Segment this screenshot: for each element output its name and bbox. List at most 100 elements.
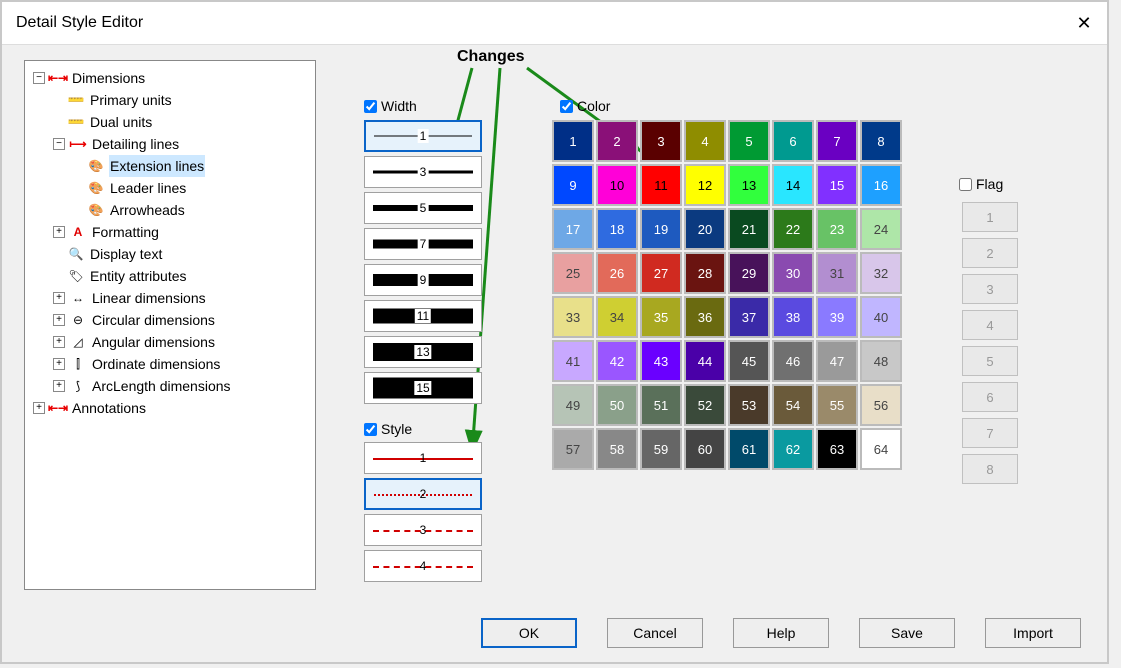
cancel-button[interactable]: Cancel [607, 618, 703, 648]
expand-icon[interactable]: + [53, 380, 65, 392]
color-swatch-5[interactable]: 5 [728, 120, 770, 162]
flag-option-2[interactable]: 2 [962, 238, 1018, 268]
flag-checkbox[interactable]: Flag [959, 176, 1003, 192]
color-checkbox[interactable]: Color [560, 98, 610, 114]
close-button[interactable]: ✕ [1061, 2, 1107, 44]
tree-entity-attributes[interactable]: 🏷 Entity attributes [25, 265, 315, 287]
width-option-9[interactable]: 9 [364, 264, 482, 296]
color-swatch-3[interactable]: 3 [640, 120, 682, 162]
color-swatch-35[interactable]: 35 [640, 296, 682, 338]
color-swatch-33[interactable]: 33 [552, 296, 594, 338]
flag-checkbox-input[interactable] [959, 178, 972, 191]
flag-option-6[interactable]: 6 [962, 382, 1018, 412]
color-swatch-43[interactable]: 43 [640, 340, 682, 382]
tree-angular-dimensions[interactable]: + ◿ Angular dimensions [25, 331, 315, 353]
expand-icon[interactable]: + [53, 226, 65, 238]
color-swatch-42[interactable]: 42 [596, 340, 638, 382]
color-swatch-53[interactable]: 53 [728, 384, 770, 426]
color-swatch-7[interactable]: 7 [816, 120, 858, 162]
color-swatch-8[interactable]: 8 [860, 120, 902, 162]
tree-display-text[interactable]: 🔍 Display text [25, 243, 315, 265]
tree-dimensions[interactable]: − ⇤⇥ Dimensions [25, 67, 315, 89]
color-swatch-41[interactable]: 41 [552, 340, 594, 382]
tree-ordinate-dimensions[interactable]: + ⫿ Ordinate dimensions [25, 353, 315, 375]
color-swatch-4[interactable]: 4 [684, 120, 726, 162]
color-swatch-22[interactable]: 22 [772, 208, 814, 250]
color-swatch-15[interactable]: 15 [816, 164, 858, 206]
color-swatch-30[interactable]: 30 [772, 252, 814, 294]
tree-extension-lines[interactable]: 🎨 Extension lines [25, 155, 315, 177]
width-checkbox-input[interactable] [364, 100, 377, 113]
color-swatch-25[interactable]: 25 [552, 252, 594, 294]
collapse-icon[interactable]: − [33, 72, 45, 84]
color-swatch-62[interactable]: 62 [772, 428, 814, 470]
tree-arrowheads[interactable]: 🎨 Arrowheads [25, 199, 315, 221]
expand-icon[interactable]: + [53, 292, 65, 304]
color-swatch-57[interactable]: 57 [552, 428, 594, 470]
flag-option-5[interactable]: 5 [962, 346, 1018, 376]
tree-annotations[interactable]: + ⇤⇥ Annotations [25, 397, 315, 419]
color-swatch-40[interactable]: 40 [860, 296, 902, 338]
color-checkbox-input[interactable] [560, 100, 573, 113]
expand-icon[interactable]: + [53, 358, 65, 370]
width-option-11[interactable]: 11 [364, 300, 482, 332]
width-checkbox[interactable]: Width [364, 98, 417, 114]
color-swatch-26[interactable]: 26 [596, 252, 638, 294]
flag-option-8[interactable]: 8 [962, 454, 1018, 484]
width-option-3[interactable]: 3 [364, 156, 482, 188]
color-swatch-24[interactable]: 24 [860, 208, 902, 250]
style-option-1[interactable]: 1 [364, 442, 482, 474]
color-swatch-34[interactable]: 34 [596, 296, 638, 338]
color-swatch-19[interactable]: 19 [640, 208, 682, 250]
color-swatch-9[interactable]: 9 [552, 164, 594, 206]
color-swatch-27[interactable]: 27 [640, 252, 682, 294]
ok-button[interactable]: OK [481, 618, 577, 648]
color-swatch-61[interactable]: 61 [728, 428, 770, 470]
width-option-15[interactable]: 15 [364, 372, 482, 404]
color-swatch-32[interactable]: 32 [860, 252, 902, 294]
flag-option-1[interactable]: 1 [962, 202, 1018, 232]
style-checkbox-input[interactable] [364, 423, 377, 436]
color-swatch-56[interactable]: 56 [860, 384, 902, 426]
color-swatch-18[interactable]: 18 [596, 208, 638, 250]
color-swatch-54[interactable]: 54 [772, 384, 814, 426]
color-swatch-20[interactable]: 20 [684, 208, 726, 250]
tree-linear-dimensions[interactable]: + ↔ Linear dimensions [25, 287, 315, 309]
expand-icon[interactable]: + [53, 336, 65, 348]
color-swatch-12[interactable]: 12 [684, 164, 726, 206]
color-swatch-59[interactable]: 59 [640, 428, 682, 470]
color-swatch-47[interactable]: 47 [816, 340, 858, 382]
help-button[interactable]: Help [733, 618, 829, 648]
style-option-3[interactable]: 3 [364, 514, 482, 546]
color-swatch-17[interactable]: 17 [552, 208, 594, 250]
color-swatch-38[interactable]: 38 [772, 296, 814, 338]
color-swatch-11[interactable]: 11 [640, 164, 682, 206]
color-swatch-64[interactable]: 64 [860, 428, 902, 470]
width-option-1[interactable]: 1 [364, 120, 482, 152]
color-swatch-1[interactable]: 1 [552, 120, 594, 162]
color-swatch-23[interactable]: 23 [816, 208, 858, 250]
color-swatch-45[interactable]: 45 [728, 340, 770, 382]
flag-option-3[interactable]: 3 [962, 274, 1018, 304]
color-swatch-49[interactable]: 49 [552, 384, 594, 426]
tree-dual-units[interactable]: 📏 Dual units [25, 111, 315, 133]
collapse-icon[interactable]: − [53, 138, 65, 150]
color-swatch-21[interactable]: 21 [728, 208, 770, 250]
save-button[interactable]: Save [859, 618, 955, 648]
color-swatch-39[interactable]: 39 [816, 296, 858, 338]
color-swatch-37[interactable]: 37 [728, 296, 770, 338]
color-swatch-52[interactable]: 52 [684, 384, 726, 426]
tree-leader-lines[interactable]: 🎨 Leader lines [25, 177, 315, 199]
color-swatch-36[interactable]: 36 [684, 296, 726, 338]
color-swatch-63[interactable]: 63 [816, 428, 858, 470]
flag-option-4[interactable]: 4 [962, 310, 1018, 340]
style-option-2[interactable]: 2 [364, 478, 482, 510]
width-option-7[interactable]: 7 [364, 228, 482, 260]
color-swatch-44[interactable]: 44 [684, 340, 726, 382]
color-swatch-51[interactable]: 51 [640, 384, 682, 426]
color-swatch-14[interactable]: 14 [772, 164, 814, 206]
style-option-4[interactable]: 4 [364, 550, 482, 582]
color-swatch-28[interactable]: 28 [684, 252, 726, 294]
color-swatch-13[interactable]: 13 [728, 164, 770, 206]
color-swatch-48[interactable]: 48 [860, 340, 902, 382]
